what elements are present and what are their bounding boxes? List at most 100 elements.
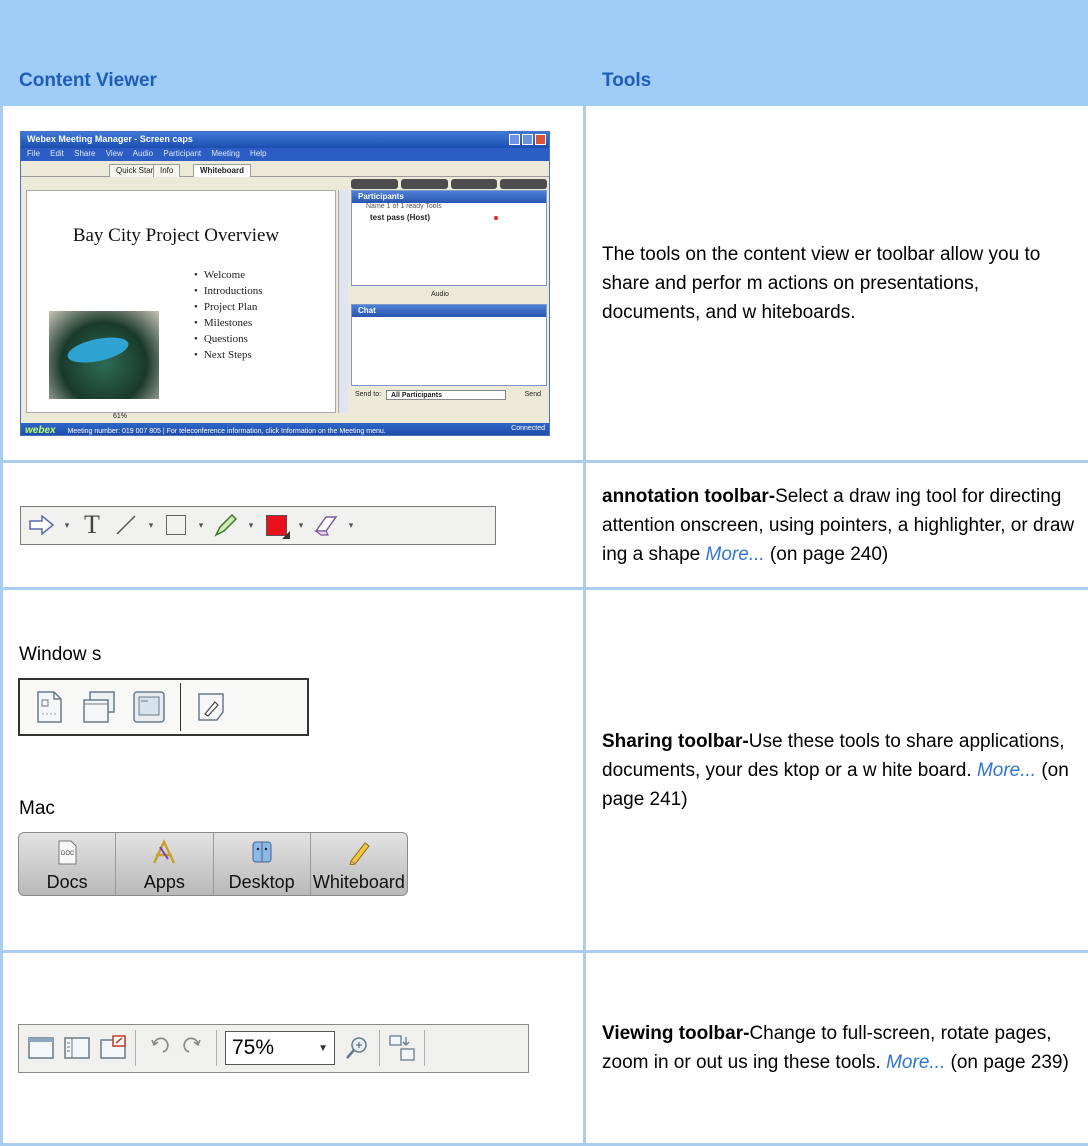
chat-header: Chat xyxy=(352,305,546,317)
slide-scrollbar xyxy=(338,190,348,413)
table-row: Webex Meeting Manager - Screen caps File… xyxy=(2,105,1088,462)
screenshot-cell: Webex Meeting Manager - Screen caps File… xyxy=(2,105,585,462)
mac-desktop-button: Desktop xyxy=(214,833,311,895)
audio-bar: Audio xyxy=(351,289,547,303)
chevron-down-icon: ▾ xyxy=(295,520,307,531)
slide-item: Project Plan xyxy=(194,299,263,315)
zoom-value: 75% xyxy=(232,1036,274,1060)
mac-docs-label: Docs xyxy=(19,872,115,893)
toolbar-separator xyxy=(379,1030,380,1066)
minimize-icon xyxy=(509,134,520,145)
share-whiteboard-icon xyxy=(193,688,231,726)
menu-bar: File Edit Share View Audio Participant M… xyxy=(21,148,549,161)
slide-item: Questions xyxy=(194,331,263,347)
tools-table: Content Viewer Tools Webex Meeting Manag… xyxy=(0,0,1088,1146)
description-cell: annotation toolbar-Select a draw ing too… xyxy=(585,462,1088,589)
sharing-toolbar-cell: Window s Mac DOC Docs Apps xyxy=(2,589,585,952)
rotate-right-icon xyxy=(180,1034,208,1062)
share-document-icon xyxy=(30,688,68,726)
description-cell: Sharing toolbar-Use these tools to share… xyxy=(585,589,1088,952)
participants-columns: Name 1 of 1 ready Tools xyxy=(352,203,546,213)
share-desktop-icon xyxy=(130,688,168,726)
highlighter-icon xyxy=(211,510,241,540)
status-text: Meeting number: 019 007 805 | For teleco… xyxy=(68,428,386,435)
slide-area: Bay City Project Overview Welcome Introd… xyxy=(26,190,336,413)
chevron-down-icon: ▾ xyxy=(195,520,207,531)
svg-text:DOC: DOC xyxy=(61,851,75,857)
webex-logo: webex xyxy=(25,425,56,436)
fit-page-icon xyxy=(388,1034,416,1062)
send-to-select: All Participants xyxy=(386,390,506,400)
zoom-field: 61% xyxy=(113,413,127,420)
mac-whiteboard-label: Whiteboard xyxy=(311,872,407,893)
chevron-down-icon: ▾ xyxy=(245,520,257,531)
status-bar: webex Meeting number: 019 007 805 | For … xyxy=(21,423,550,436)
mac-apps-button: Apps xyxy=(116,833,213,895)
pencil-icon xyxy=(345,839,373,865)
viewing-description: Viewing toolbar-Change to full-screen, r… xyxy=(586,1019,1088,1077)
zoom-in-icon xyxy=(343,1034,371,1062)
send-row: Send to: All Participants Send xyxy=(351,388,547,402)
finder-icon xyxy=(248,839,276,865)
bottom-toolbar: 61% xyxy=(21,413,550,423)
annotation-toolbar-cell: ▾ T ▾ ▾ ▾ ▾ ▾ xyxy=(2,462,585,589)
participant-row: test pass (Host) xyxy=(352,213,546,224)
webex-screenshot: Webex Meeting Manager - Screen caps File… xyxy=(20,131,550,436)
line-tool-icon xyxy=(111,510,141,540)
mac-label: Mac xyxy=(19,798,583,820)
sharing-description: Sharing toolbar-Use these tools to share… xyxy=(586,727,1088,814)
participants-header: Participants xyxy=(352,191,546,203)
annotation-title: annotation toolbar- xyxy=(602,486,775,507)
chevron-down-icon: ▼ xyxy=(318,1043,328,1054)
tab-whiteboard: Whiteboard xyxy=(193,164,251,177)
chat-panel: Chat xyxy=(351,304,547,386)
sync-display-icon xyxy=(99,1034,127,1062)
apps-icon xyxy=(150,839,178,865)
mac-docs-button: DOC Docs xyxy=(19,833,116,895)
tab-info: Info xyxy=(153,164,180,177)
viewing-title: Viewing toolbar- xyxy=(602,1023,749,1044)
slide-item: Introductions xyxy=(194,283,263,299)
viewing-toolbar: 75% ▼ xyxy=(18,1024,529,1073)
slide-item: Milestones xyxy=(194,315,263,331)
slide-item: Welcome xyxy=(194,267,263,283)
header-content-viewer: Content Viewer xyxy=(2,2,585,105)
mac-desktop-label: Desktop xyxy=(214,872,310,893)
text-tool-icon: T xyxy=(77,510,107,540)
annotation-more-link[interactable]: More... xyxy=(706,544,765,565)
thumbnails-icon xyxy=(63,1034,91,1062)
chevron-down-icon: ▾ xyxy=(61,520,73,531)
tab-bar: Quick Start Info Whiteboard xyxy=(21,161,550,177)
toolbar-separator xyxy=(180,683,181,731)
share-application-icon xyxy=(80,688,118,726)
panel-buttons xyxy=(351,179,547,189)
participants-panel: Participants Name 1 of 1 ready Tools tes… xyxy=(351,190,547,286)
viewing-page-ref: (on page 239) xyxy=(945,1052,1069,1073)
description-cell: The tools on the content view er toolbar… xyxy=(585,105,1088,462)
toolbar-separator xyxy=(135,1030,136,1066)
viewing-toolbar-cell: 75% ▼ xyxy=(2,952,585,1145)
windows-label: Window s xyxy=(19,644,583,666)
eraser-icon xyxy=(311,510,341,540)
slide-item: Next Steps xyxy=(194,347,263,363)
slide-list: Welcome Introductions Project Plan Miles… xyxy=(194,267,263,363)
rotate-left-icon xyxy=(144,1034,172,1062)
viewing-more-link[interactable]: More... xyxy=(886,1052,945,1073)
annotation-toolbar: ▾ T ▾ ▾ ▾ ▾ ▾ xyxy=(20,506,496,545)
maximize-icon xyxy=(522,134,533,145)
table-header-row: Content Viewer Tools xyxy=(2,2,1088,105)
chevron-down-icon: ▾ xyxy=(345,520,357,531)
sharing-more-link[interactable]: More... xyxy=(977,760,1036,781)
send-button: Send xyxy=(525,391,541,398)
description-cell: Viewing toolbar-Change to full-screen, r… xyxy=(585,952,1088,1145)
fish-image xyxy=(49,311,159,399)
mac-apps-label: Apps xyxy=(116,872,212,893)
table-row: ▾ T ▾ ▾ ▾ ▾ ▾ annotation xyxy=(2,462,1088,589)
windows-sharing-toolbar xyxy=(18,678,309,736)
window-title: Webex Meeting Manager - Screen caps xyxy=(21,132,549,148)
toolbar-separator xyxy=(424,1030,425,1066)
mac-sharing-toolbar: DOC Docs Apps Desktop Whiteboard xyxy=(18,832,408,896)
table-row: 75% ▼ Viewing toolbar-Change to full-scre… xyxy=(2,952,1088,1145)
window-controls xyxy=(509,134,546,145)
rectangle-tool-icon xyxy=(161,510,191,540)
